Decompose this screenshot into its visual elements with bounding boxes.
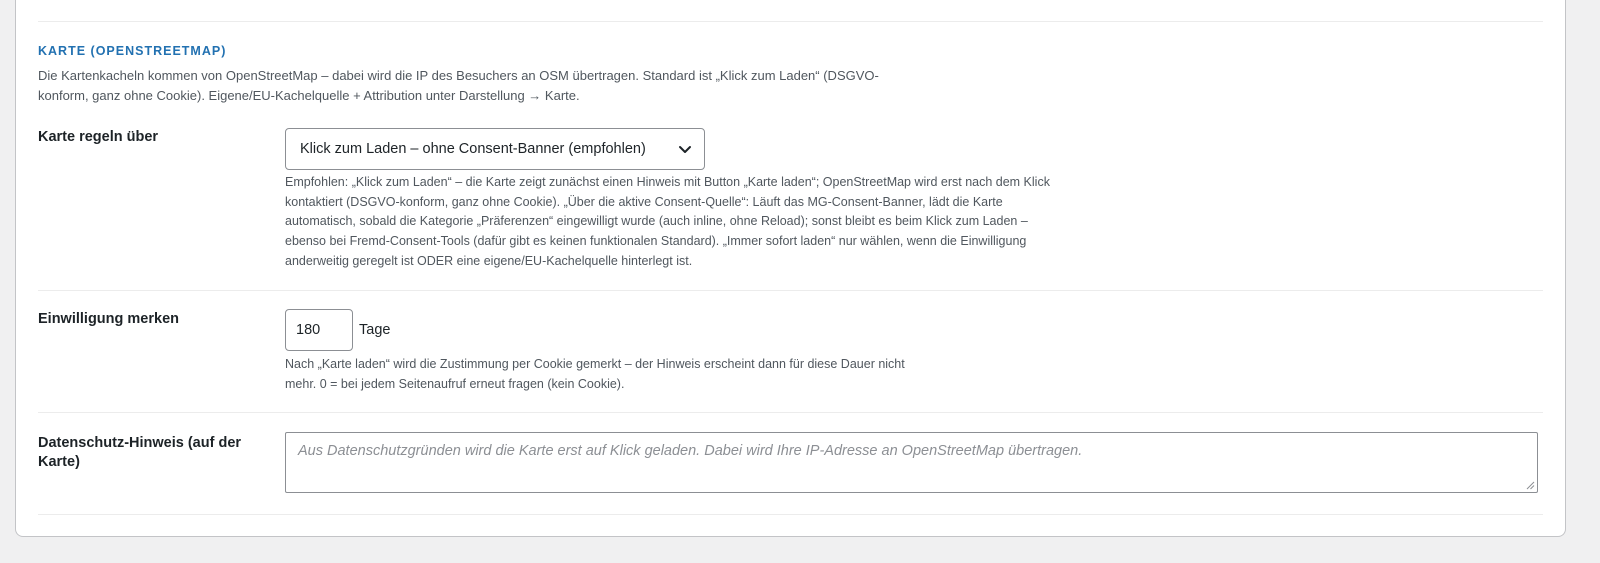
privacy-notice-placeholder: Aus Datenschutzgründen wird die Karte er… xyxy=(298,443,1083,459)
map-control-label: Karte regeln über xyxy=(38,129,159,145)
resize-grip-icon[interactable] xyxy=(1525,480,1535,490)
help-line: anderweitig geregelt ist ODER eine eigen… xyxy=(285,253,693,268)
privacy-notice-label: Datenschutz-Hinweis (auf der Karte) xyxy=(38,434,241,472)
consent-duration-unit: Tage xyxy=(359,322,391,338)
divider xyxy=(38,21,1543,22)
map-control-select[interactable]: Klick zum Laden – ohne Consent-Banner (e… xyxy=(285,128,705,170)
help-line: Empfohlen: „Klick zum Laden“ – die Karte… xyxy=(285,175,1050,189)
consent-duration-help: Nach „Karte laden“ wird die Zustimmung p… xyxy=(285,355,905,394)
consent-duration-input[interactable]: 180 xyxy=(285,309,353,351)
divider xyxy=(38,412,1543,413)
section-description: Die Kartenkacheln kommen von OpenStreetM… xyxy=(38,66,908,106)
help-line: Nach „Karte laden“ wird die Zustimmung p… xyxy=(285,357,905,371)
help-line: ebenso bei Fremd-Consent-Tools (dafür gi… xyxy=(285,234,1027,249)
map-control-selected-value: Klick zum Laden – ohne Consent-Banner (e… xyxy=(300,141,646,157)
section-description-line: konform, ganz ohne Cookie). Eigene/EU-Ka… xyxy=(38,88,580,103)
help-line: mehr. 0 = bei jedem Seitenaufruf erneut … xyxy=(285,376,625,391)
section-title: KARTE (OPENSTREETMAP) xyxy=(38,44,227,58)
map-control-help: Empfohlen: „Klick zum Laden“ – die Karte… xyxy=(285,173,1050,272)
privacy-notice-textarea[interactable]: Aus Datenschutzgründen wird die Karte er… xyxy=(285,432,1538,493)
chevron-down-icon xyxy=(679,146,691,153)
divider xyxy=(38,290,1543,291)
help-line: automatisch, sobald die Kategorie „Präfe… xyxy=(285,214,1028,229)
help-line: kontaktiert (DSGVO-konform, ganz ohne Co… xyxy=(285,194,1003,209)
privacy-notice-label-line: Datenschutz-Hinweis (auf der xyxy=(38,435,242,451)
divider xyxy=(38,514,1543,515)
section-description-line: Die Kartenkacheln kommen von OpenStreetM… xyxy=(38,68,879,83)
settings-card: KARTE (OPENSTREETMAP) Die Kartenkacheln … xyxy=(15,0,1566,537)
privacy-notice-label-line: Karte) xyxy=(38,454,80,470)
consent-duration-label: Einwilligung merken xyxy=(38,311,179,327)
